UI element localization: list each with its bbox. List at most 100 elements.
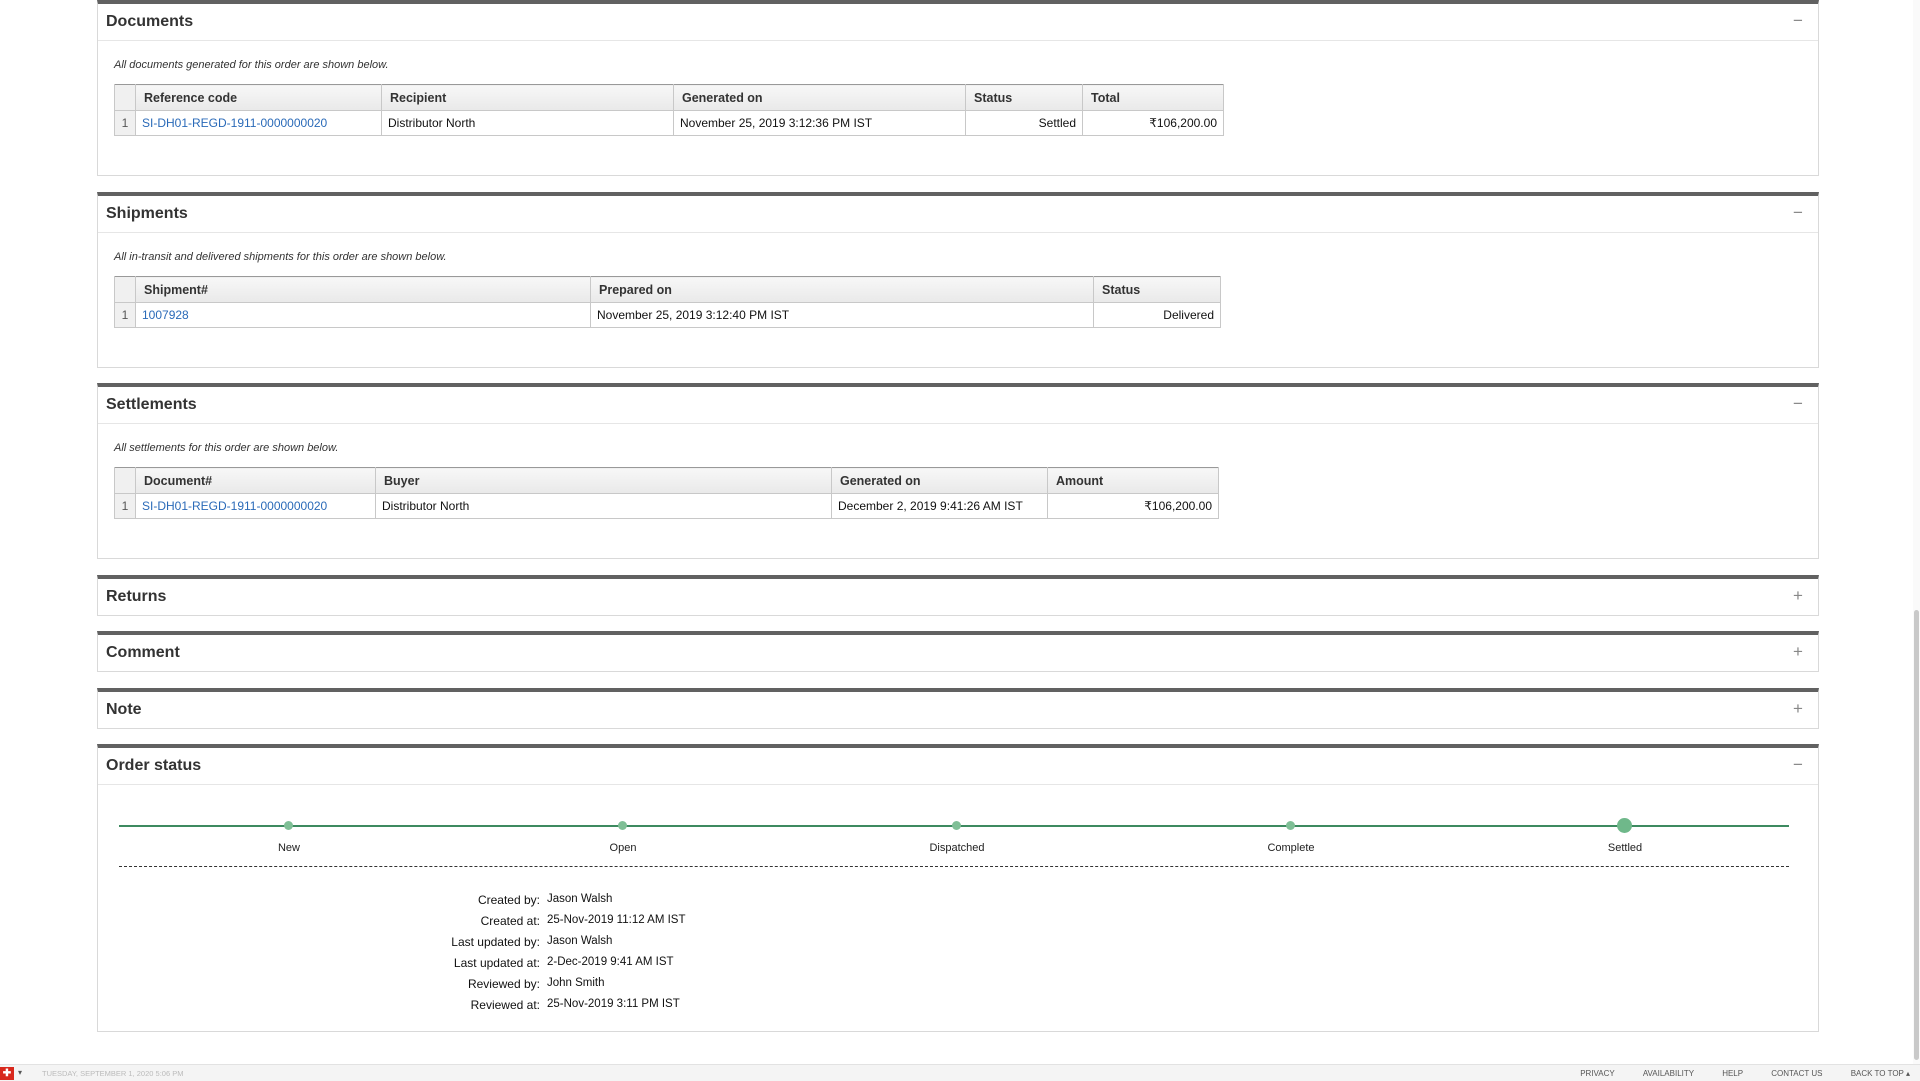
- column-header[interactable]: Buyer: [375, 467, 832, 494]
- order-status-panel: Order status − New Open Dispatched Compl…: [97, 744, 1819, 1032]
- footer-link-contact-us[interactable]: CONTACT US: [1771, 1069, 1822, 1078]
- column-header[interactable]: Reference code: [135, 84, 382, 111]
- shipments-panel-header[interactable]: Shipments −: [98, 196, 1818, 233]
- shipments-description: All in-transit and delivered shipments f…: [114, 251, 447, 263]
- column-header[interactable]: Generated on: [831, 467, 1048, 494]
- column-header[interactable]: Total: [1082, 84, 1224, 111]
- created-by-link[interactable]: Jason Walsh: [547, 893, 612, 905]
- shipments-collapse-icon[interactable]: −: [1788, 203, 1808, 223]
- status-step-label: Settled: [1607, 842, 1643, 854]
- brand-logo-icon[interactable]: ✚: [0, 1067, 14, 1080]
- order-status-panel-title: Order status: [106, 757, 202, 774]
- shipment-number-link[interactable]: 1007928: [142, 308, 189, 322]
- column-header[interactable]: Generated on: [673, 84, 966, 111]
- status-cell: Settled: [965, 110, 1083, 136]
- row-number-header: [114, 276, 136, 303]
- column-header[interactable]: Amount: [1047, 467, 1219, 494]
- note-panel-header[interactable]: Note +: [98, 692, 1818, 729]
- note-expand-icon[interactable]: +: [1788, 699, 1808, 719]
- created-by-label: Created by:: [477, 893, 540, 907]
- page-scrollbar[interactable]: [1913, 0, 1920, 1064]
- amount-cell: ₹106,200.00: [1047, 493, 1219, 519]
- row-number: 1: [114, 110, 136, 136]
- footer-link-help[interactable]: HELP: [1722, 1069, 1743, 1078]
- documents-table: Reference code Recipient Generated on St…: [114, 84, 1224, 136]
- footer-link-back-to-top[interactable]: BACK TO TOP ▴: [1851, 1069, 1910, 1078]
- status-step-label: New: [277, 842, 301, 854]
- document-reference-link[interactable]: SI-DH01-REGD-1911-0000000020: [142, 116, 327, 130]
- comment-panel-header[interactable]: Comment +: [98, 635, 1818, 672]
- footer-date: TUESDAY, SEPTEMBER 1, 2020 5:06 PM: [42, 1069, 184, 1078]
- column-header[interactable]: Prepared on: [590, 276, 1094, 303]
- last-updated-at-label: Last updated at:: [453, 956, 540, 970]
- column-header[interactable]: Recipient: [381, 84, 674, 111]
- row-number: 1: [114, 302, 136, 328]
- generated-on-cell: December 2, 2019 9:41:26 AM IST: [831, 493, 1048, 519]
- footer-link-privacy[interactable]: PRIVACY: [1580, 1069, 1614, 1078]
- table-row: 1 SI-DH01-REGD-1911-0000000020 Distribut…: [114, 493, 1219, 519]
- reviewed-by-label: Reviewed by:: [467, 977, 540, 991]
- shipment-status-cell: Delivered: [1093, 302, 1221, 328]
- row-number-header: [114, 467, 136, 494]
- settlements-panel-title: Settlements: [106, 396, 197, 413]
- order-status-collapse-icon[interactable]: −: [1788, 755, 1808, 775]
- table-row: 1 1007928 November 25, 2019 3:12:40 PM I…: [114, 302, 1221, 328]
- settlements-panel-header[interactable]: Settlements −: [98, 387, 1818, 424]
- last-updated-by-link[interactable]: Jason Walsh: [547, 935, 612, 947]
- column-header[interactable]: Status: [965, 84, 1083, 111]
- shipments-panel: Shipments − All in-transit and delivered…: [97, 192, 1819, 368]
- caret-down-icon[interactable]: ▾: [18, 1068, 22, 1077]
- comment-panel-title: Comment: [106, 644, 180, 661]
- status-step-dot-complete: [1286, 821, 1295, 830]
- status-step-label: Dispatched: [929, 842, 985, 854]
- reviewed-at-value: 25-Nov-2019 3:11 PM IST: [547, 998, 680, 1010]
- footer-links: PRIVACY AVAILABILITY HELP CONTACT US BAC…: [1554, 1069, 1910, 1078]
- shipments-table: Shipment# Prepared on Status 1 1007928 N…: [114, 276, 1221, 328]
- documents-panel: Documents − All documents generated for …: [97, 0, 1819, 176]
- status-step-dot-settled-current: [1617, 818, 1632, 833]
- documents-panel-title: Documents: [106, 13, 194, 30]
- returns-panel-title: Returns: [106, 588, 167, 605]
- column-header[interactable]: Status: [1093, 276, 1221, 303]
- footer-link-availability[interactable]: AVAILABILITY: [1643, 1069, 1694, 1078]
- total-cell: ₹106,200.00: [1082, 110, 1224, 136]
- settlement-document-link[interactable]: SI-DH01-REGD-1911-0000000020: [142, 499, 327, 513]
- recipient-cell: Distributor North: [381, 110, 674, 136]
- reviewed-by-link[interactable]: John Smith: [547, 977, 605, 989]
- table-row: 1 SI-DH01-REGD-1911-0000000020 Distribut…: [114, 110, 1224, 136]
- settlements-description: All settlements for this order are shown…: [114, 442, 339, 454]
- status-step-label: Open: [609, 842, 637, 854]
- reviewed-at-label: Reviewed at:: [470, 998, 540, 1012]
- note-panel: Note +: [97, 688, 1819, 729]
- created-at-value: 25-Nov-2019 11:12 AM IST: [547, 914, 686, 926]
- order-status-panel-header[interactable]: Order status −: [98, 748, 1818, 785]
- comment-panel: Comment +: [97, 631, 1819, 672]
- buyer-cell: Distributor North: [375, 493, 832, 519]
- status-step-dot-dispatched: [952, 821, 961, 830]
- scrollbar-thumb[interactable]: [1914, 610, 1919, 1060]
- page-footer: ✚ ▾ TUESDAY, SEPTEMBER 1, 2020 5:06 PM P…: [0, 1064, 1920, 1081]
- returns-panel: Returns +: [97, 575, 1819, 616]
- column-header[interactable]: Shipment#: [135, 276, 591, 303]
- prepared-on-cell: November 25, 2019 3:12:40 PM IST: [590, 302, 1094, 328]
- status-step-label: Complete: [1267, 842, 1315, 854]
- last-updated-by-label: Last updated by:: [451, 935, 540, 949]
- created-at-label: Created at:: [480, 914, 540, 928]
- row-number-header: [114, 84, 136, 111]
- generated-on-cell: November 25, 2019 3:12:36 PM IST: [673, 110, 966, 136]
- last-updated-at-value: 2-Dec-2019 9:41 AM IST: [547, 956, 674, 968]
- documents-collapse-icon[interactable]: −: [1788, 11, 1808, 31]
- returns-expand-icon[interactable]: +: [1788, 586, 1808, 606]
- status-step-dot-new: [284, 821, 293, 830]
- column-header[interactable]: Document#: [135, 467, 376, 494]
- documents-panel-header[interactable]: Documents −: [98, 4, 1818, 41]
- returns-panel-header[interactable]: Returns +: [98, 579, 1818, 616]
- documents-description: All documents generated for this order a…: [114, 59, 389, 71]
- status-step-dot-open: [618, 821, 627, 830]
- settlements-collapse-icon[interactable]: −: [1788, 394, 1808, 414]
- settlements-table: Document# Buyer Generated on Amount 1 SI…: [114, 467, 1219, 519]
- row-number: 1: [114, 493, 136, 519]
- comment-expand-icon[interactable]: +: [1788, 642, 1808, 662]
- timeline-divider: [119, 866, 1789, 867]
- shipments-panel-title: Shipments: [106, 205, 188, 222]
